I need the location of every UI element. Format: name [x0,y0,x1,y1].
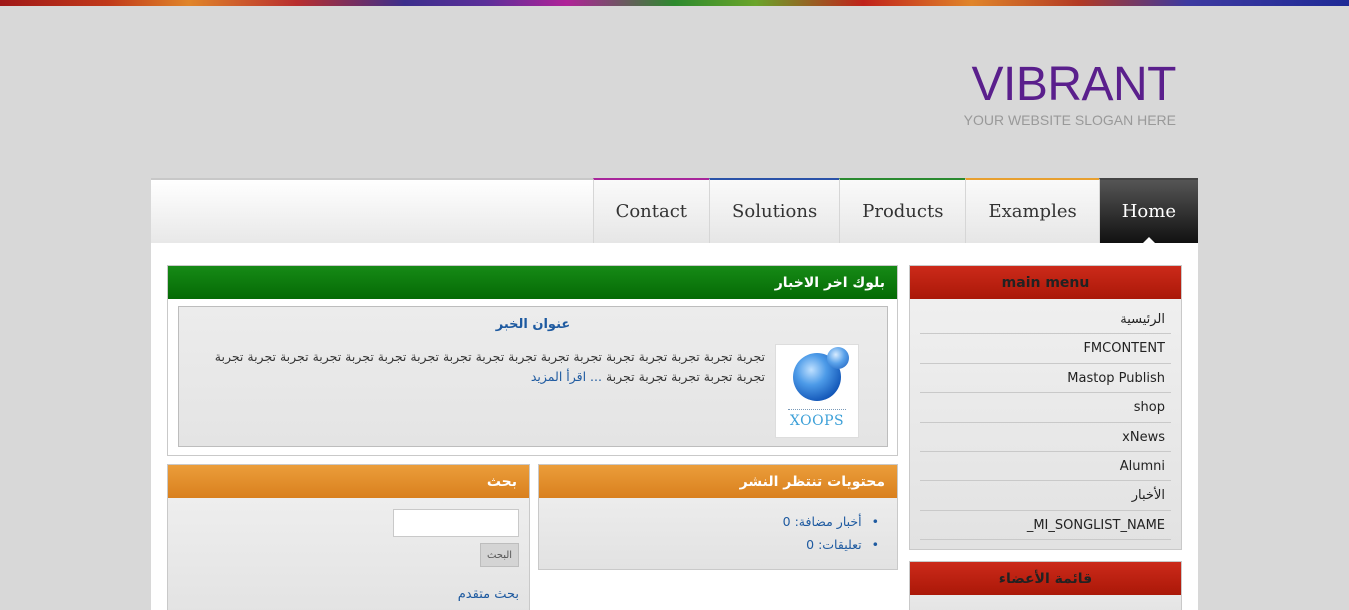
xoops-orb-icon [793,347,849,401]
main-menu-title: main menu [910,266,1181,299]
search-block-title: بحث [168,465,529,498]
site-slogan: YOUR WEBSITE SLOGAN HERE [963,112,1176,128]
menu-item-news[interactable]: الأخبار [920,481,1171,511]
menu-item-mastop-publish[interactable]: Mastop Publish [920,364,1171,394]
menu-item-alumni[interactable]: Alumni [920,452,1171,482]
news-item-image[interactable]: XOOPS [775,344,859,438]
site-logo[interactable]: VIBRANT YOUR WEBSITE SLOGAN HERE [963,58,1177,128]
search-button[interactable]: البحث [480,543,519,567]
news-item-body: تجربة تجربة تجربة تجربة تجربة تجربة تجرب… [195,347,765,387]
waiting-content-title: محتويات تنتظر النشر [539,465,897,498]
main-navigation: Contact Solutions Products Examples Home [151,178,1198,243]
menu-item-shop[interactable]: shop [920,393,1171,423]
advanced-search-link[interactable]: بحث متقدم [458,587,519,602]
news-item: عنوان الخبر XOOPS تجربة تجربة تجربة تجرب… [178,306,888,447]
news-item-title[interactable]: عنوان الخبر [179,317,887,332]
site-name[interactable]: VIBRANT [964,58,1176,112]
main-content: main menu الرئيسية FMCONTENT Mastop Publ… [151,243,1198,610]
menu-item-fmcontent[interactable]: FMCONTENT [920,334,1171,364]
nav-home[interactable]: Home [1098,178,1198,243]
xoops-divider [788,409,846,410]
nav-products[interactable]: Products [839,178,966,243]
waiting-comments-count[interactable]: تعليقات: 0 [539,533,879,556]
news-block-title: بلوك اخر الاخبار [168,266,897,299]
rainbow-top-bar [0,0,1349,6]
news-item-body-text: تجربة تجربة تجربة تجربة تجربة تجربة تجرب… [214,349,765,384]
menu-item-songlist[interactable]: MI_SONGLIST_NAME_ [920,511,1171,541]
search-input[interactable] [393,509,519,537]
menu-item-xnews[interactable]: xNews [920,423,1171,452]
waiting-content-list: أخبار مضافة: 0 تعليقات: 0 [539,498,897,556]
nav-examples[interactable]: Examples [965,178,1099,243]
members-block: قائمة الأعضاء [909,561,1182,610]
members-block-title: قائمة الأعضاء [910,562,1181,595]
xoops-logo-label: XOOPS [789,413,845,429]
nav-solutions[interactable]: Solutions [709,178,840,243]
waiting-news-count[interactable]: أخبار مضافة: 0 [539,510,879,533]
main-menu-list: الرئيسية FMCONTENT Mastop Publish shop x… [910,299,1181,541]
main-menu-block: main menu الرئيسية FMCONTENT Mastop Publ… [909,265,1182,550]
search-block: بحث البحث بحث متقدم [167,464,530,610]
menu-item-home[interactable]: الرئيسية [920,305,1171,335]
read-more-link[interactable]: ... اقرأ المزيد [531,369,602,384]
waiting-content-block: محتويات تنتظر النشر أخبار مضافة: 0 تعليق… [538,464,898,570]
nav-contact[interactable]: Contact [592,178,710,243]
news-block: بلوك اخر الاخبار عنوان الخبر XOOPS تجربة… [167,265,898,456]
